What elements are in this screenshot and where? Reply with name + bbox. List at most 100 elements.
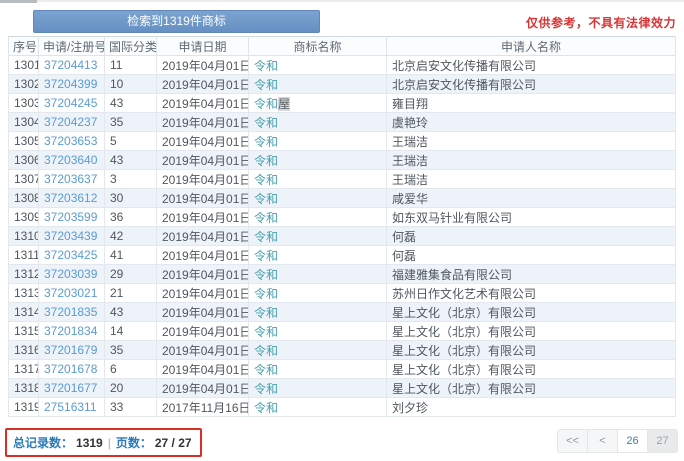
cell-intl-class: 6 [104,359,157,379]
reg-number-link[interactable]: 37203039 [44,267,97,281]
cell-apply-date: 2019年04月01日 [156,283,249,303]
trademark-name-link[interactable]: 令和 [254,230,278,244]
cell-intl-class: 30 [104,188,157,208]
cell-intl-class: 35 [104,340,157,360]
current-page-button[interactable]: 27 [648,430,677,452]
reg-number-link[interactable]: 37201834 [44,324,97,338]
cell-intl-class: 43 [104,93,157,113]
reg-number-link[interactable]: 37203425 [44,248,97,262]
cell-apply-date: 2019年04月01日 [156,207,249,227]
trademark-name-link[interactable]: 令和 [254,401,278,415]
reg-number-link[interactable]: 37203640 [44,153,97,167]
reg-number-link[interactable]: 37201835 [44,305,97,319]
cell-serial: 1317 [8,359,39,379]
top-divider [0,0,684,2]
trademark-name-link[interactable]: 令和 [254,78,278,92]
trademark-name-link[interactable]: 令和 [254,363,278,377]
trademark-name-link[interactable]: 令和 [254,211,278,225]
cell-reg-number: 37204399 [38,74,105,94]
cell-applicant: 何磊 [386,226,676,246]
trademark-name-link[interactable]: 令和 [254,135,278,149]
reg-number-link[interactable]: 37201678 [44,362,97,376]
cell-intl-class: 41 [104,245,157,265]
table-row: 1319 27516311 33 2017年11月16日 令和 刘夕珍 [8,397,676,417]
page-number-button[interactable]: 26 [618,430,648,452]
reg-number-link[interactable]: 37203653 [44,134,97,148]
cell-reg-number: 37203021 [38,283,105,303]
cell-apply-date: 2019年04月01日 [156,74,249,94]
trademark-results-table: 序号 申请/注册号 国际分类 申请日期 商标名称 申请人名称 1301 37204… [8,36,676,417]
trademark-name-link[interactable]: 令和 [254,268,278,282]
cell-intl-class: 20 [104,378,157,398]
cell-intl-class: 11 [104,55,157,75]
cell-applicant: 刘夕珍 [386,397,676,417]
reg-number-link[interactable]: 37204413 [44,58,97,72]
cell-apply-date: 2019年04月01日 [156,359,249,379]
reg-number-link[interactable]: 37203612 [44,191,97,205]
cell-apply-date: 2019年04月01日 [156,93,249,113]
cell-trademark: 令和 [248,340,387,360]
table-row: 1307 37203637 3 2019年04月01日 令和 王瑞洁 [8,169,676,189]
trademark-name-link[interactable]: 令和 [254,192,278,206]
first-page-button[interactable]: << [558,430,588,452]
table-row: 1316 37201679 35 2019年04月01日 令和 星上文化（北京）有限公司 [8,340,676,360]
cell-trademark: 令和 [248,359,387,379]
reg-number-link[interactable]: 37204399 [44,77,97,91]
trademark-name-link[interactable]: 令和 [254,97,278,111]
trademark-name-link[interactable]: 令和 [254,154,278,168]
cell-reg-number: 37203425 [38,245,105,265]
trademark-name-link[interactable]: 令和 [254,325,278,339]
trademark-name-link[interactable]: 令和 [254,287,278,301]
trademark-name-link[interactable]: 令和 [254,249,278,263]
reg-number-link[interactable]: 37203021 [44,286,97,300]
cell-applicant: 星上文化（北京）有限公司 [386,340,676,360]
total-records-value: 1319 [76,435,103,450]
cell-intl-class: 10 [104,74,157,94]
reg-number-link[interactable]: 37203599 [44,210,97,224]
cell-reg-number: 37201677 [38,378,105,398]
cell-apply-date: 2019年04月01日 [156,55,249,75]
trademark-name-link[interactable]: 令和 [254,306,278,320]
reg-number-link[interactable]: 37201679 [44,343,97,357]
cell-reg-number: 37201834 [38,321,105,341]
header-applicant: 申请人名称 [386,36,676,56]
trademark-name-link[interactable]: 令和 [254,344,278,358]
trademark-name-link[interactable]: 令和 [254,382,278,396]
cell-serial: 1304 [8,112,39,132]
header-intl-class: 国际分类 [104,36,157,56]
table-row: 1306 37203640 43 2019年04月01日 令和 王瑞洁 [8,150,676,170]
result-count-label: 检索到1319件商标 [127,14,226,28]
header-trademark: 商标名称 [248,36,387,56]
cell-applicant: 虞艳玲 [386,112,676,132]
cell-trademark: 令和 [248,283,387,303]
cell-serial: 1301 [8,55,39,75]
reg-number-link[interactable]: 37204245 [44,96,97,110]
cell-apply-date: 2017年11月16日 [156,397,249,417]
cell-applicant: 如东双马针业有限公司 [386,207,676,227]
reg-number-link[interactable]: 37204237 [44,115,97,129]
cell-trademark: 令和 [248,378,387,398]
cell-applicant: 王瑞洁 [386,150,676,170]
reg-number-link[interactable]: 37203637 [44,172,97,186]
reg-number-link[interactable]: 37201677 [44,381,97,395]
record-summary-box: 总记录数： 1319 | 页数： 27 / 27 [5,428,202,457]
prev-page-button[interactable]: < [588,430,618,452]
cell-applicant: 北京启安文化传播有限公司 [386,55,676,75]
reg-number-link[interactable]: 27516311 [44,400,97,414]
trademark-name-link[interactable]: 令和 [254,59,278,73]
cell-applicant: 星上文化（北京）有限公司 [386,359,676,379]
table-row: 1310 37203439 42 2019年04月01日 令和 何磊 [8,226,676,246]
cell-apply-date: 2019年04月01日 [156,150,249,170]
result-count-banner: 检索到1319件商标 [33,10,320,33]
header-serial: 序号 [8,36,39,56]
cell-serial: 1302 [8,74,39,94]
summary-divider: | [107,435,111,450]
trademark-name-link[interactable]: 令和 [254,173,278,187]
reg-number-link[interactable]: 37203439 [44,229,97,243]
cell-intl-class: 14 [104,321,157,341]
cell-trademark: 令和 [248,245,387,265]
cell-applicant: 苏州日作文化艺术有限公司 [386,283,676,303]
cell-apply-date: 2019年04月01日 [156,169,249,189]
page-count-value: 27 / 27 [154,435,192,450]
trademark-name-link[interactable]: 令和 [254,116,278,130]
